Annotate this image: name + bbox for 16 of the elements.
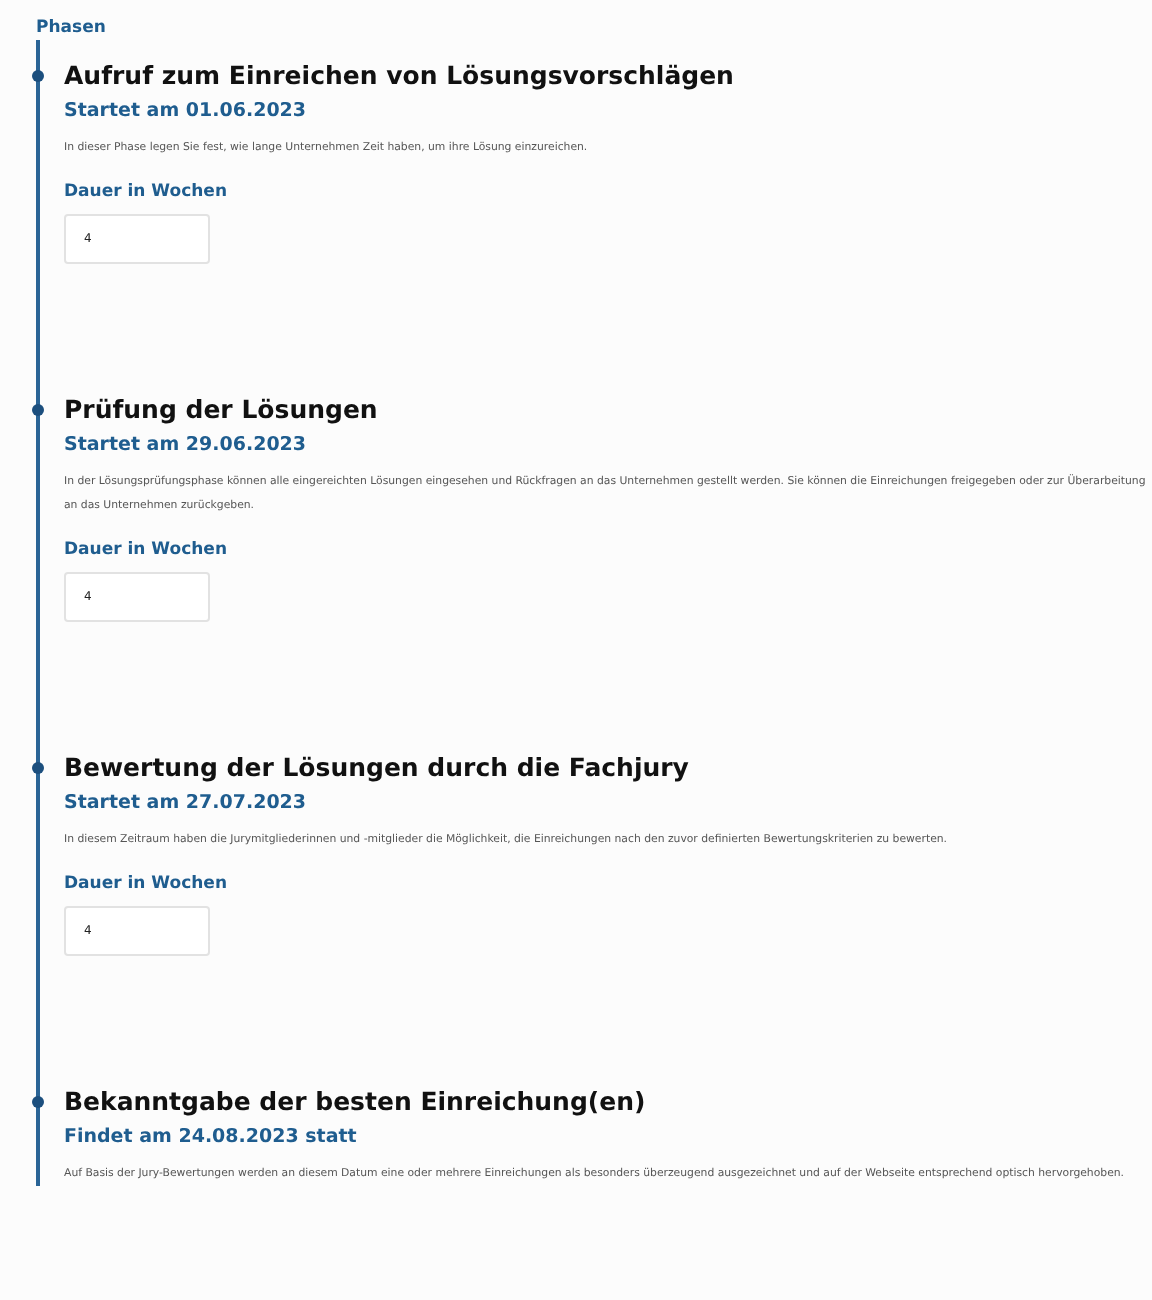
timeline-dot bbox=[32, 70, 44, 82]
phase-date: Startet am 29.06.2023 bbox=[64, 432, 309, 460]
phase-date: Startet am 27.07.2023 bbox=[64, 790, 309, 818]
timeline-dot bbox=[32, 404, 44, 416]
phase-date: Findet am 24.08.2023 statt bbox=[64, 1124, 359, 1152]
section-title: Phasen bbox=[36, 16, 108, 40]
timeline-dot bbox=[32, 762, 44, 774]
phase-title: Prüfung der Lösungen bbox=[64, 392, 380, 428]
timeline-dot bbox=[32, 1096, 44, 1108]
field-label: Dauer in Wochen bbox=[64, 180, 230, 204]
phase-title: Bewertung der Lösungen durch die Fachjury bbox=[64, 750, 691, 786]
field-label: Dauer in Wochen bbox=[64, 538, 230, 562]
field-label: Dauer in Wochen bbox=[64, 872, 230, 896]
phase-date: Startet am 01.06.2023 bbox=[64, 98, 309, 126]
phase-title: Bekanntgabe der besten Einreichung(en) bbox=[64, 1084, 648, 1120]
phase-title: Aufruf zum Einreichen von Lösungsvorschlägen bbox=[64, 58, 736, 94]
